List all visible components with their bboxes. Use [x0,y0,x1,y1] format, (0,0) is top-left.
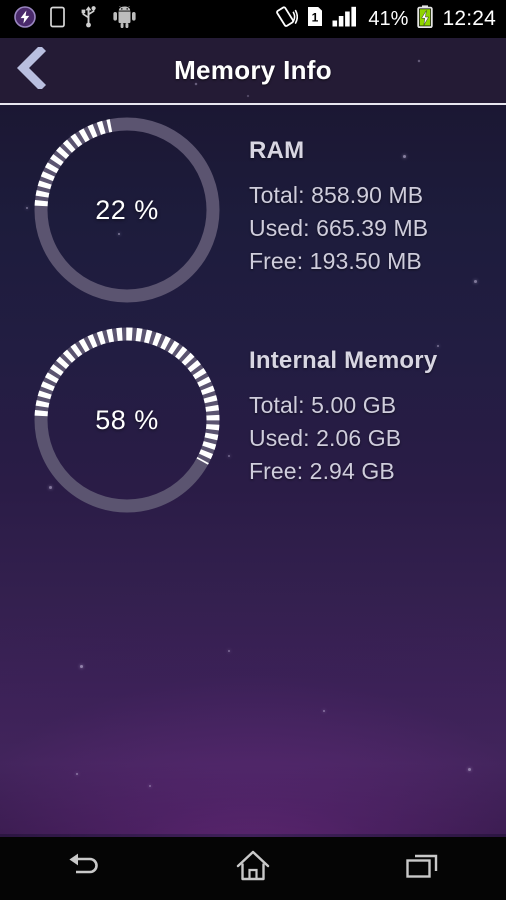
internal-info: Internal Memory Total: 5.00 GB Used: 2.0… [249,320,437,525]
star-dot [323,710,325,712]
flash-charge-icon [14,5,36,33]
sim-card-icon [50,6,65,33]
memory-row-ram: 22 % RAM Total: 858.90 MB Used: 665.39 M… [0,110,506,315]
star-dot [468,768,471,771]
nav-back-button[interactable] [29,837,139,900]
ram-title: RAM [249,137,305,164]
internal-total-line: Total: 5.00 GB [249,392,397,418]
internal-gauge: 58 % [27,320,227,520]
clock-text: 12:24 [442,7,496,30]
internal-used-line: Used: 2.06 GB [249,425,402,451]
back-button[interactable] [0,38,62,103]
svg-text:1: 1 [312,11,319,25]
signal-bars-icon [332,6,359,32]
sim-1-icon: 1 [307,6,323,32]
memory-row-internal: 58 % Internal Memory Total: 5.00 GB Used… [0,320,506,525]
internal-free-line: Free: 2.94 GB [249,458,395,484]
android-robot-icon [112,3,137,33]
recents-icon [405,851,439,886]
ram-free-line: Free: 193.50 MB [249,248,422,274]
home-icon [236,850,270,887]
status-bar-left-icons [14,3,137,33]
system-nav-bar [0,837,506,900]
star-dot [80,665,83,668]
vibrate-icon [272,5,299,33]
internal-title: Internal Memory [249,347,438,374]
nav-recents-button[interactable] [367,837,477,900]
battery-charging-icon [417,5,434,33]
nav-home-button[interactable] [198,837,308,900]
usb-icon [79,5,98,33]
back-chevron-icon [14,44,48,94]
app-header: Memory Info [0,38,506,103]
internal-percent-label: 58 % [95,404,159,435]
star-dot [76,773,78,775]
status-bar: 1 41% 12:24 [0,0,506,38]
star-dot [228,650,230,652]
back-icon [65,850,103,887]
star-dot [149,785,151,787]
status-bar-right-icons: 1 41% 12:24 [272,5,496,33]
battery-percent-text: 41% [368,7,409,30]
ram-info: RAM Total: 858.90 MB Used: 665.39 MB Fre… [249,110,428,315]
ram-used-line: Used: 665.39 MB [249,215,429,241]
page-title: Memory Info [174,55,332,85]
phone-screen: 1 41% 12:24 Memory Info 22 % RAM Total: … [0,0,506,900]
ram-percent-label: 22 % [95,194,159,225]
ram-total-line: Total: 858.90 MB [249,182,424,208]
ram-gauge: 22 % [27,110,227,310]
memory-info-content: 22 % RAM Total: 858.90 MB Used: 665.39 M… [0,105,506,837]
